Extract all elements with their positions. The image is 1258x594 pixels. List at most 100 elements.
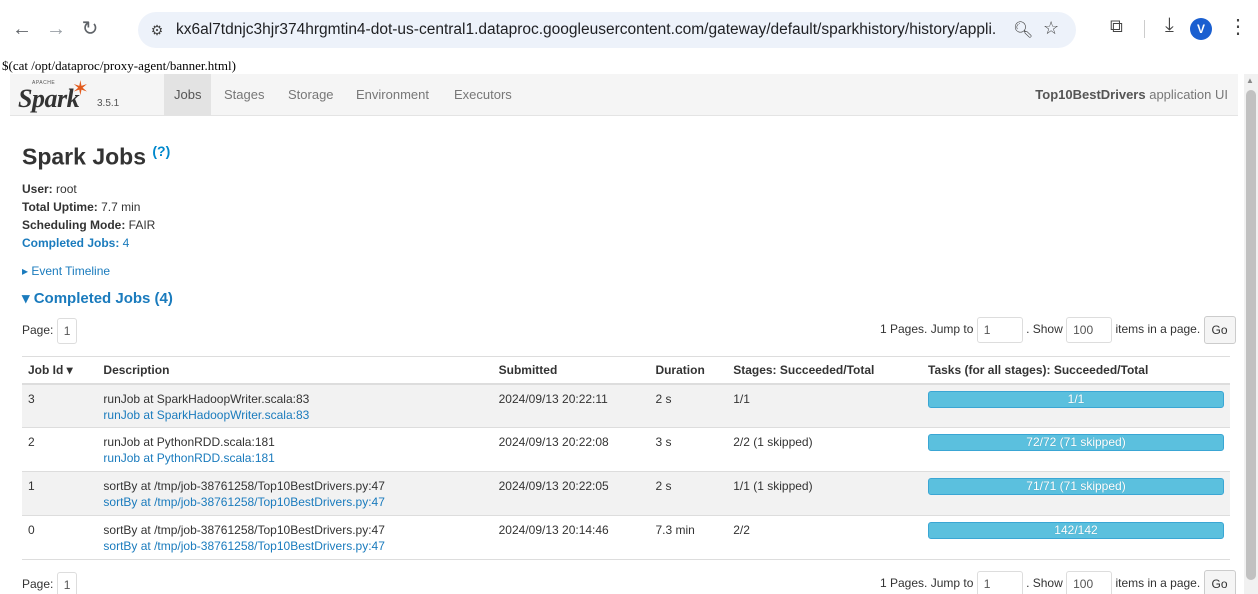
mode-label: Scheduling Mode: [22,218,126,232]
job-stages: 2/2 [727,515,922,560]
page-indicator-bottom: Page: 1 [22,572,78,594]
description-link[interactable]: runJob at SparkHadoopWriter.scala:83 [103,408,486,422]
description-text: runJob at PythonRDD.scala:181 [103,435,275,449]
zoom-icon[interactable]: 🔍︎ [1013,20,1033,40]
event-timeline-toggle[interactable]: ▸ Event Timeline [22,264,110,278]
page-label: Page: [22,577,54,592]
uptime-value: 7.7 min [97,200,141,214]
help-link[interactable]: (?) [152,143,170,159]
job-stages: 1/1 (1 skipped) [727,471,922,516]
job-description: sortBy at /tmp/job-38761258/Top10BestDri… [97,471,493,516]
toolbar-divider [1144,20,1145,38]
job-description: runJob at PythonRDD.scala:181 runJob at P… [97,427,493,472]
app-name: Top10BestDrivers [1035,87,1146,102]
back-arrow-icon[interactable]: ← [10,18,34,40]
tasks-progress-bar: 71/71 (71 skipped) [928,478,1224,495]
summary-mode: Scheduling Mode: FAIR [22,216,155,234]
job-duration: 3 s [649,427,728,472]
header-tasks[interactable]: Tasks (for all stages): Succeeded/Total [922,356,1230,385]
job-tasks: 71/71 (71 skipped) [922,471,1230,516]
scroll-up-icon[interactable]: ▲ [1246,76,1254,85]
tasks-progress-bar: 1/1 [928,390,1224,408]
page-indicator-top: Page: 1 [22,318,78,344]
tab-storage[interactable]: Storage [278,74,344,116]
completed-label: Completed Jobs: [22,236,120,250]
url-text[interactable]: kx6al7tdnjc3hjr374hrgmtin4-dot-us-centra… [176,21,996,39]
jump-to-input[interactable]: 1 [976,571,1023,594]
pages-text: 1 Pages. Jump to [880,576,974,591]
tab-jobs[interactable]: Jobs [164,74,212,116]
app-ui-suffix: application UI [1145,87,1228,102]
job-description: runJob at SparkHadoopWriter.scala:83 runJ… [97,383,493,428]
header-stages[interactable]: Stages: Succeeded/Total [727,356,922,385]
address-bar[interactable]: ⚙ kx6al7tdnjc3hjr374hrgmtin4-dot-us-cent… [138,12,1076,48]
completed-jobs-link[interactable]: Completed Jobs: 4 [22,234,155,252]
items-text: items in a page. [1115,576,1201,591]
uptime-label: Total Uptime: [22,200,98,214]
page-number-button[interactable]: 1 [56,572,78,594]
header-job-id[interactable]: Job Id ▾ [22,356,98,385]
spark-logo-word: Spark [18,84,80,113]
job-duration: 2 s [649,383,728,428]
tab-environment[interactable]: Environment [346,74,439,116]
summary-user: User: root [22,180,155,198]
job-submitted: 2024/09/13 20:22:11 [492,383,650,428]
job-id: 1 [22,471,98,516]
description-link[interactable]: runJob at PythonRDD.scala:181 [103,451,486,465]
page-label: Page: [22,323,54,338]
pager-controls-top: 1 Pages. Jump to 1 . Show 100 items in a… [880,316,1236,344]
site-info-icon[interactable]: ⚙ [146,19,168,41]
job-duration: 7.3 min [649,515,728,560]
job-tasks: 142/142 [922,515,1230,560]
description-link[interactable]: sortBy at /tmp/job-38761258/Top10BestDri… [103,539,486,553]
header-description[interactable]: Description [97,356,493,385]
go-button[interactable]: Go [1203,570,1236,594]
job-tasks: 1/1 [922,383,1230,428]
mode-value: FAIR [125,218,156,232]
profile-avatar[interactable]: V [1190,18,1212,40]
header-duration[interactable]: Duration [649,356,728,385]
page-title: Spark Jobs (?) [22,143,170,171]
forward-arrow-icon[interactable]: → [44,18,68,40]
table-row: 0 sortBy at /tmp/job-38761258/Top10BestD… [22,515,1230,560]
spark-navbar: APACHE Spark ✶ 3.5.1 Jobs Stages Storage… [10,74,1238,116]
description-link[interactable]: sortBy at /tmp/job-38761258/Top10BestDri… [103,495,486,509]
extensions-icon[interactable]: ⧉ [1110,16,1123,37]
show-text: . Show [1026,322,1063,337]
jump-to-input[interactable]: 1 [976,317,1023,343]
table-row: 1 sortBy at /tmp/job-38761258/Top10BestD… [22,471,1230,516]
tab-executors[interactable]: Executors [444,74,522,116]
job-stages: 2/2 (1 skipped) [727,427,922,472]
table-header-row: Job Id ▾ Description Submitted Duration … [22,356,1230,385]
job-summary: User: root Total Uptime: 7.7 min Schedul… [22,180,155,252]
completed-jobs-toggle[interactable]: ▾ Completed Jobs (4) [22,289,173,307]
items-text: items in a page. [1115,322,1201,337]
tab-stages[interactable]: Stages [214,74,274,116]
scrollbar-thumb[interactable] [1246,90,1256,580]
job-submitted: 2024/09/13 20:22:08 [492,427,650,472]
pager-controls-bottom: 1 Pages. Jump to 1 . Show 100 items in a… [880,570,1236,594]
summary-uptime: Total Uptime: 7.7 min [22,198,155,216]
page-size-input[interactable]: 100 [1066,571,1113,594]
page-number-button[interactable]: 1 [56,318,78,344]
download-icon[interactable]: ⤓ [1165,14,1174,37]
spark-logo[interactable]: APACHE Spark ✶ 3.5.1 [18,78,138,113]
description-text: sortBy at /tmp/job-38761258/Top10BestDri… [103,523,385,537]
job-id: 0 [22,515,98,560]
header-submitted[interactable]: Submitted [492,356,650,385]
tasks-progress-bar: 72/72 (71 skipped) [928,434,1224,451]
job-submitted: 2024/09/13 20:22:05 [492,471,650,516]
kebab-menu-icon[interactable]: ⋮ [1228,14,1248,39]
job-tasks: 72/72 (71 skipped) [922,427,1230,472]
reload-icon[interactable]: ↻ [78,18,102,40]
bookmark-star-icon[interactable]: ☆ [1043,18,1059,39]
page-size-input[interactable]: 100 [1066,317,1113,343]
page-title-text: Spark Jobs [22,143,146,170]
job-id: 2 [22,427,98,472]
banner-text: $(cat /opt/dataproc/proxy-agent/banner.h… [2,58,236,73]
spark-version: 3.5.1 [97,98,120,109]
go-button[interactable]: Go [1203,316,1236,344]
job-id: 3 [22,383,98,428]
user-label: User: [22,182,53,196]
application-ui-label: Top10BestDrivers application UI [1035,74,1228,116]
